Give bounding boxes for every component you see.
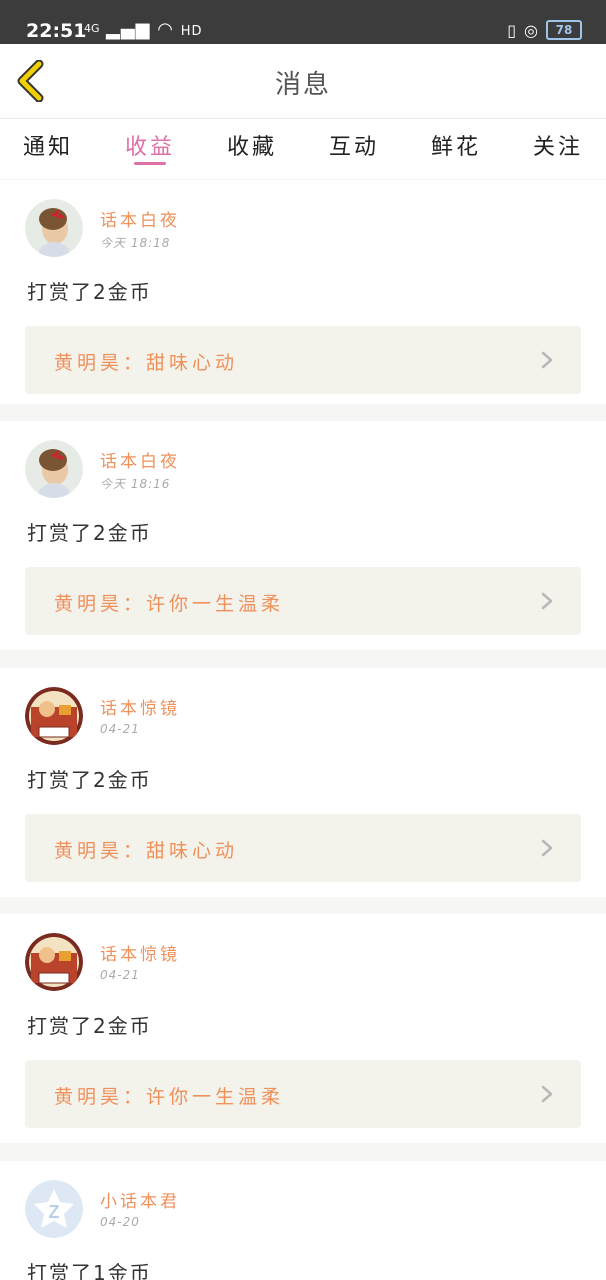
- avatar[interactable]: [25, 687, 83, 745]
- tab-follow[interactable]: 关注: [518, 129, 598, 161]
- tab-income[interactable]: 收益: [110, 129, 190, 161]
- header: 消息: [0, 44, 606, 119]
- user-name[interactable]: 话本惊镜: [100, 694, 180, 719]
- avatar[interactable]: [25, 199, 83, 257]
- signal-icon: ▂▄▆: [106, 19, 151, 40]
- status-right: ▯ ◎ 78: [507, 20, 582, 40]
- user-name[interactable]: 话本惊镜: [100, 940, 180, 965]
- chevron-right-icon: [541, 351, 553, 369]
- message-time: 04-21: [100, 968, 140, 982]
- vibrate-icon: ▯: [507, 20, 517, 40]
- user-name[interactable]: 话本白夜: [100, 447, 180, 472]
- chevron-right-icon: [541, 839, 553, 857]
- story-reference-label: 黄明昊：甜味心动: [54, 840, 239, 862]
- tab-interaction[interactable]: 互动: [314, 129, 394, 161]
- story-reference-label: 黄明昊：甜味心动: [54, 352, 239, 374]
- story-reference[interactable]: 黄明昊：许你一生温柔: [25, 567, 581, 635]
- story-reference[interactable]: 黄明昊：许你一生温柔: [25, 1060, 581, 1128]
- story-reference-label: 黄明昊：许你一生温柔: [54, 593, 285, 615]
- network-icons: ▂▄▆ ◠ HD: [106, 19, 203, 40]
- message-action: 打赏了2金币: [27, 768, 152, 792]
- tab-favorites[interactable]: 收藏: [212, 129, 292, 161]
- wifi-icon: ◠: [157, 19, 174, 40]
- signal-label: 4G: [84, 22, 100, 35]
- message-card: 话本白夜 今天 18:18 打赏了2金币 黄明昊：甜味心动: [0, 180, 606, 404]
- message-card: 话本白夜 今天 18:16 打赏了2金币 黄明昊：许你一生温柔: [0, 421, 606, 650]
- message-time: 04-21: [100, 722, 140, 736]
- story-reference-label: 黄明昊：许你一生温柔: [54, 1086, 285, 1108]
- chevron-right-icon: [541, 592, 553, 610]
- avatar[interactable]: [25, 440, 83, 498]
- status-bar: 22:51 4G ▂▄▆ ◠ HD ▯ ◎ 78: [0, 0, 606, 44]
- message-action: 打赏了2金币: [27, 280, 152, 304]
- page-title: 消息: [274, 70, 331, 100]
- tab-bar: 通知 收益 收藏 互动 鲜花 关注: [0, 119, 606, 179]
- message-card: 话本惊镜 04-21 打赏了2金币 黄明昊：许你一生温柔: [0, 914, 606, 1143]
- story-reference[interactable]: 黄明昊：甜味心动: [25, 326, 581, 394]
- user-name[interactable]: 话本白夜: [100, 206, 180, 231]
- message-time: 04-20: [100, 1215, 140, 1229]
- story-reference[interactable]: 黄明昊：甜味心动: [25, 814, 581, 882]
- chevron-right-icon: [541, 1085, 553, 1103]
- message-action: 打赏了2金币: [27, 521, 152, 545]
- hd-label: HD: [180, 24, 203, 39]
- avatar[interactable]: [25, 933, 83, 991]
- svg-text:Z: Z: [49, 1202, 60, 1222]
- message-card: Z 小话本君 04-20 打赏了1金币: [0, 1161, 606, 1280]
- tab-notice[interactable]: 通知: [8, 129, 88, 161]
- message-time: 今天 18:18: [100, 236, 171, 250]
- alarm-icon: ◎: [524, 20, 538, 40]
- message-time: 今天 18:16: [100, 477, 171, 491]
- active-tab-indicator: [134, 162, 166, 165]
- user-name[interactable]: 小话本君: [100, 1187, 180, 1212]
- avatar[interactable]: Z: [25, 1180, 83, 1238]
- message-card: 话本惊镜 04-21 打赏了2金币 黄明昊：甜味心动: [0, 668, 606, 897]
- tab-flowers[interactable]: 鲜花: [416, 129, 496, 161]
- message-action: 打赏了1金币: [27, 1261, 152, 1280]
- battery-icon: 78: [546, 20, 582, 40]
- message-action: 打赏了2金币: [27, 1014, 152, 1038]
- status-time: 22:51: [26, 20, 87, 42]
